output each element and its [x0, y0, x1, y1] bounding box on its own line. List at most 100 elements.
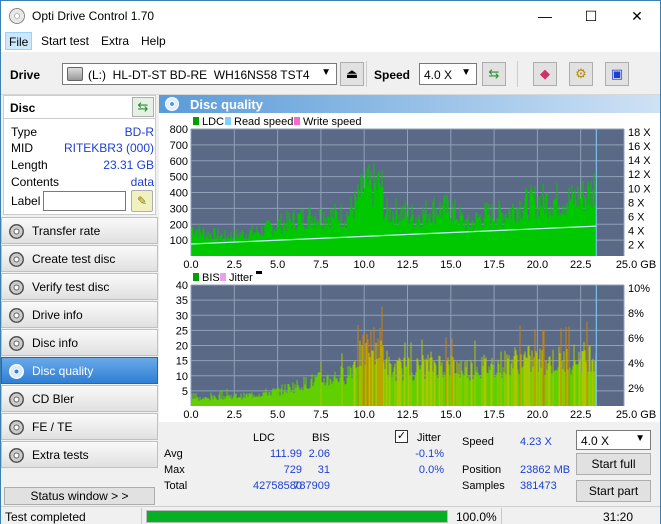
y-tick-label: 500 — [170, 172, 188, 184]
refresh-speed-button[interactable]: ⇆ — [482, 62, 506, 86]
toolbar-divider — [517, 61, 518, 87]
eject-button[interactable]: ⏏ — [340, 62, 364, 86]
samples-label: Samples — [462, 480, 505, 492]
max-bis: 31 — [317, 464, 330, 476]
sidebar: Disc ⇆ Type BD-R MID RITEKBR3 (000) Leng… — [1, 95, 158, 505]
total-bis: 787909 — [293, 480, 330, 492]
disc-icon — [9, 224, 24, 239]
menu-extra[interactable]: Extra — [101, 34, 129, 48]
x-tick-label: 10.0 — [353, 409, 374, 421]
nav-label: Drive info — [32, 308, 83, 322]
nav-label: Transfer rate — [32, 224, 101, 238]
erase-button[interactable]: ◆ — [533, 62, 557, 86]
avg-label: Avg — [164, 448, 183, 460]
speed-select[interactable]: 4.0 X ▼ — [419, 63, 477, 85]
chevron-down-icon: ▼ — [461, 67, 471, 78]
test-speed-value: 4.0 X — [581, 434, 610, 448]
y2-tick-label: 12 X — [628, 169, 651, 181]
save-button[interactable]: ▣ — [605, 62, 629, 86]
nav-fe-te[interactable]: FE / TE — [1, 413, 158, 440]
refresh-icon: ⇆ — [137, 99, 149, 114]
nav-drive-info[interactable]: Drive info — [1, 301, 158, 328]
y2-tick-label: 8% — [628, 308, 644, 320]
jitter-checkbox[interactable]: ✓ — [395, 430, 408, 443]
nav-verify-test-disc[interactable]: Verify test disc — [1, 273, 158, 300]
x-tick-label: 15.0 — [440, 409, 461, 421]
x-tick-label: 22.5 — [570, 259, 591, 271]
x-tick-label: 5.0 — [270, 409, 285, 421]
panel-header: Disc quality — [159, 95, 660, 113]
max-label: Max — [164, 464, 185, 476]
close-button[interactable]: ✕ — [614, 1, 660, 31]
maximize-button[interactable]: ☐ — [568, 1, 614, 31]
jitter-y-axis: 10% 8% 6% 4% 2% — [628, 283, 650, 395]
disc-panel-header: Disc ⇆ — [3, 95, 156, 119]
bis-legend: BIS Jitter — [193, 271, 262, 284]
disc-row-key: Contents — [11, 175, 60, 189]
nav-disc-info[interactable]: Disc info — [1, 329, 158, 356]
disc-icon — [9, 336, 24, 351]
y2-tick-label: 14 X — [628, 155, 651, 167]
max-jitter: 0.0% — [418, 464, 444, 476]
minimize-button[interactable]: — — [522, 1, 568, 31]
speed-label: Speed — [374, 68, 411, 82]
start-part-button[interactable]: Start part — [576, 480, 651, 502]
nav-transfer-rate[interactable]: Transfer rate — [1, 217, 158, 244]
x-tick-label: 5.0 — [270, 259, 285, 271]
position-label: Position — [462, 464, 502, 476]
y-tick-label: 35 — [176, 295, 188, 307]
drive-icon — [67, 67, 83, 81]
disc-label-row: Label ✎ — [3, 189, 156, 215]
x-tick-label: 0.0 — [183, 259, 198, 271]
disc-label-input[interactable] — [43, 191, 126, 211]
settings-button[interactable]: ⚙ — [569, 62, 593, 86]
max-ldc: 729 — [283, 464, 302, 476]
nav-extra-tests[interactable]: Extra tests — [1, 441, 158, 468]
disc-row-value: RITEKBR3 (000) — [63, 141, 154, 155]
position-value: 23862 MB — [520, 464, 571, 476]
disc-icon — [9, 448, 24, 463]
test-speed-select[interactable]: 4.0 X ▼ — [576, 430, 651, 450]
disc-label-button[interactable]: ✎ — [131, 190, 153, 212]
status-window-button[interactable]: Status window > > — [4, 487, 155, 505]
nav-label: Disc quality — [32, 364, 94, 378]
read-speed-legend-swatch — [225, 117, 231, 125]
y2-tick-label: 6 X — [628, 211, 645, 223]
avg-jitter: -0.1% — [415, 448, 444, 460]
app-window: Opti Drive Control 1.70 — ☐ ✕ File Start… — [0, 0, 661, 524]
label-icon: ✎ — [136, 194, 148, 208]
eraser-icon: ◆ — [540, 66, 550, 81]
y-tick-label: 5 — [182, 386, 188, 398]
disc-row-length: Length 23.31 GB — [11, 158, 154, 174]
y-tick-label: 40 — [176, 280, 188, 292]
refresh-icon: ⇆ — [488, 66, 500, 81]
status-divider — [141, 508, 142, 524]
disc-icon — [9, 420, 24, 435]
ldc-x-axis: 0.0 2.5 5.0 7.5 10.0 12.5 15.0 17.5 20.0 22.5 25.0… — [183, 259, 656, 271]
nav-disc-quality[interactable]: Disc quality — [1, 357, 158, 384]
nav-cd-bler[interactable]: CD Bler — [1, 385, 158, 412]
speed-stat-label: Speed — [462, 436, 494, 448]
y-tick-label: 100 — [170, 235, 188, 247]
nav-create-test-disc[interactable]: Create test disc — [1, 245, 158, 272]
y2-tick-label: 18 X — [628, 127, 651, 139]
drive-select[interactable]: (L:) HL-DT-ST BD-RE WH16NS58 TST4 ▼ — [62, 63, 337, 85]
disc-icon — [9, 308, 24, 323]
y2-tick-label: 4% — [628, 358, 644, 370]
bis-legend-swatch — [193, 273, 199, 281]
chevron-down-icon: ▼ — [321, 67, 331, 78]
y2-tick-label: 16 X — [628, 141, 651, 153]
menu-help[interactable]: Help — [141, 34, 166, 48]
legend-marker — [256, 271, 262, 274]
disc-refresh-button[interactable]: ⇆ — [132, 97, 154, 117]
app-disc-icon — [9, 8, 25, 24]
write-speed-legend-label: Write speed — [303, 116, 362, 128]
ldc-column-header: LDC — [253, 432, 276, 444]
menu-start-test[interactable]: Start test — [41, 34, 89, 48]
menu-file[interactable]: File — [5, 32, 32, 50]
start-full-button[interactable]: Start full — [576, 453, 651, 475]
x-tick-label: 10.0 — [353, 259, 374, 271]
speed-select-value: 4.0 X — [424, 68, 453, 82]
jitter-legend-swatch — [220, 273, 226, 281]
y2-tick-label: 10% — [628, 283, 650, 295]
